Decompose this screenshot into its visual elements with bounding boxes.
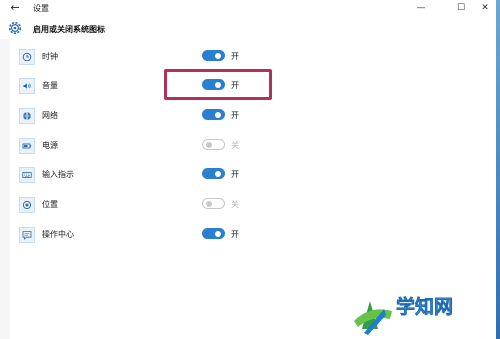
setting-label: 音量 (42, 81, 58, 90)
setting-row-network: 网络 开 (0, 104, 496, 128)
toggle-switch-input-indicator[interactable] (202, 168, 225, 179)
toggle-state-text: 开 (231, 230, 239, 239)
toggle-knob (215, 230, 221, 237)
title-bar: ← 设置 — ☐ ✕ (0, 0, 496, 18)
desktop-edge (496, 0, 500, 339)
toggle-state-text: 关 (231, 200, 239, 209)
toggle-state-text: 关 (231, 141, 239, 150)
setting-label: 电源 (42, 141, 58, 150)
toggle-switch-clock[interactable] (202, 50, 225, 61)
toggle-knob (206, 200, 212, 207)
minimize-button[interactable]: — (408, 0, 434, 17)
volume-icon (19, 78, 35, 94)
page-header: 启用或关闭系统图标 (0, 17, 496, 39)
setting-row-location: 位置 关 (0, 193, 496, 217)
toggle-state-text: 开 (231, 170, 239, 179)
gear-icon (8, 21, 22, 35)
toggle-knob (215, 170, 221, 177)
toggle-state-text: 开 (231, 52, 239, 61)
toggle-switch-network[interactable] (202, 109, 225, 120)
highlight-annotation (164, 69, 272, 100)
setting-row-input-indicator: 输入指示 开 (0, 163, 496, 187)
toggle-switch-action-center[interactable] (202, 228, 225, 239)
close-button[interactable]: ✕ (472, 0, 498, 17)
setting-row-clock: 时钟 开 (0, 45, 496, 69)
setting-label: 位置 (42, 200, 58, 209)
toggle-switch-power[interactable] (202, 139, 225, 150)
battery-icon (19, 138, 35, 154)
setting-row-power: 电源 关 (0, 134, 496, 158)
setting-label: 操作中心 (42, 230, 74, 239)
clock-icon (19, 49, 35, 65)
setting-label: 时钟 (42, 52, 58, 61)
location-icon (19, 197, 35, 213)
watermark-brand: 学知网 (396, 295, 453, 318)
setting-label: 输入指示 (42, 170, 74, 179)
setting-label: 网络 (42, 111, 58, 120)
toggle-knob (206, 141, 212, 148)
toggle-knob (215, 111, 221, 118)
network-icon (19, 108, 35, 124)
settings-window: ← 设置 — ☐ ✕ 启用或关闭系统图标 时钟 开 音量 开 网络 开 电源 关… (0, 0, 500, 339)
back-arrow-icon[interactable]: ← (8, 1, 22, 15)
toggle-switch-location[interactable] (202, 198, 225, 209)
watermark-logo: 学知网 www.jmqz1000.com (354, 295, 500, 335)
page-title: 启用或关闭系统图标 (33, 25, 105, 34)
toggle-state-text: 开 (231, 111, 239, 120)
toggle-knob (215, 52, 221, 59)
watermark-site: www.jmqz1000.com (394, 321, 500, 334)
setting-row-action-center: 操作中心 开 (0, 223, 496, 247)
keyboard-icon (19, 167, 35, 183)
action-center-icon (19, 227, 35, 243)
window-title: 设置 (33, 4, 49, 13)
maximize-button[interactable]: ☐ (448, 0, 474, 17)
